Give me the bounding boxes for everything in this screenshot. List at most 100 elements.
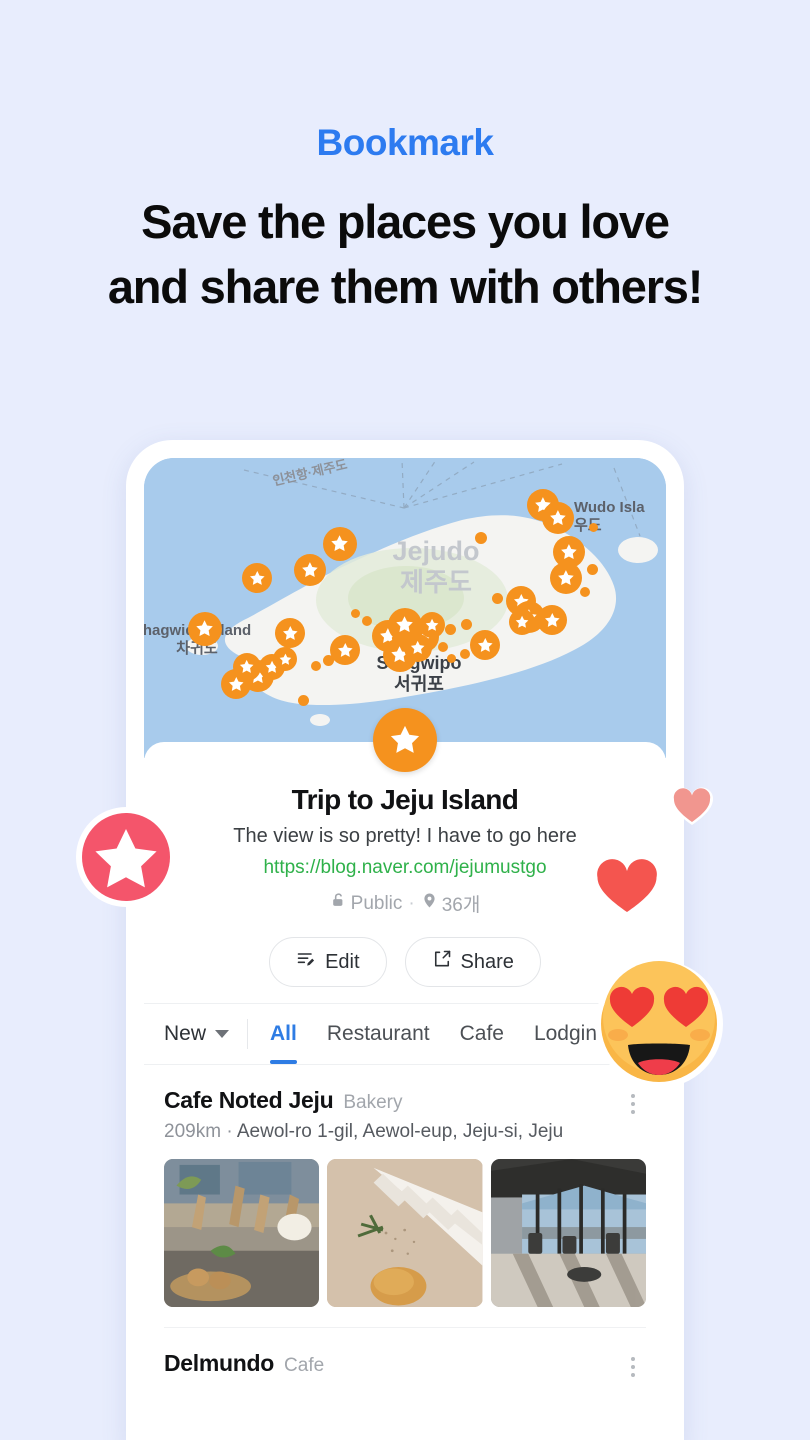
place-name: Cafe Noted Jeju: [164, 1087, 334, 1113]
kebab-menu-icon[interactable]: [620, 1354, 646, 1380]
sheet-actions: Edit Share: [164, 937, 646, 987]
place-count: 36개: [421, 890, 481, 917]
kebab-menu-icon[interactable]: [620, 1091, 646, 1117]
map-star-marker[interactable]: [542, 502, 574, 534]
map-star-marker[interactable]: [188, 612, 222, 646]
map-star-marker[interactable]: [550, 562, 582, 594]
map-dot-marker[interactable]: [491, 592, 503, 604]
map-star-marker[interactable]: [470, 630, 500, 660]
location-pin-icon: [421, 891, 438, 916]
promo-headline-line1: Save the places you love: [141, 195, 670, 248]
heart-large-glyph: [593, 856, 661, 916]
place-distance: 209km: [164, 1121, 222, 1142]
place-heading: Delmundo Cafe: [164, 1350, 646, 1377]
star-badge-glyph: [76, 807, 176, 907]
map-star-marker[interactable]: [242, 563, 272, 593]
sort-dropdown[interactable]: New: [164, 1004, 247, 1064]
star-glyph: [390, 725, 420, 753]
bookmark-link[interactable]: https://blog.naver.com/jejumustgo: [164, 857, 646, 879]
map-dot-marker[interactable]: [311, 661, 321, 671]
chevron-down-icon: [215, 1030, 230, 1038]
phone-screen: 인천항·제주도 Jejudo 제주도 Seogwipo 서귀포 Wudo Isl…: [144, 458, 666, 1440]
map-star-marker[interactable]: [233, 653, 261, 681]
list-item[interactable]: Delmundo Cafe: [164, 1328, 646, 1377]
visibility-label: Public: [350, 892, 403, 914]
map-star-marker[interactable]: [509, 609, 535, 635]
map-dot-marker[interactable]: [586, 563, 598, 575]
star-icon: [373, 708, 437, 772]
map-dot-marker[interactable]: [588, 522, 598, 532]
map-dot-marker[interactable]: [475, 532, 487, 544]
tab-restaurant[interactable]: Restaurant: [327, 1004, 430, 1064]
bookmark-description: The view is so pretty! I have to go here: [233, 825, 577, 847]
map-star-marker[interactable]: [323, 527, 357, 561]
place-name: Delmundo: [164, 1350, 275, 1376]
place-photo[interactable]: [490, 1159, 646, 1307]
map-star-marker[interactable]: [404, 634, 432, 662]
map-dot-marker[interactable]: [438, 642, 448, 652]
map-dot-marker[interactable]: [350, 608, 360, 618]
edit-button[interactable]: Edit: [269, 937, 387, 987]
bookmark-meta: Public · 36개: [164, 890, 646, 917]
map-dot-marker[interactable]: [460, 649, 470, 659]
bookmark-info-sheet: Trip to Jeju Island The view is so prett…: [144, 708, 666, 1003]
unlock-glyph: [332, 893, 343, 906]
tab-all[interactable]: All: [270, 1004, 297, 1064]
promo-header: Bookmark Save the places you love and sh…: [0, 0, 810, 320]
heart-large-sticker: [592, 854, 662, 920]
place-heading: Cafe Noted Jeju Bakery: [164, 1087, 646, 1114]
edit-list-glyph: [297, 953, 315, 966]
place-list: Cafe Noted Jeju Bakery 209km · Aewol-ro …: [144, 1065, 666, 1377]
cafe-interior-ducks-photo: [164, 1159, 320, 1307]
promo-headline: Save the places you love and share them …: [0, 190, 810, 320]
place-address-row: 209km · Aewol-ro 1-gil, Aewol-eup, Jeju-…: [164, 1121, 646, 1143]
share-button-label: Share: [460, 950, 514, 973]
map-dot-marker[interactable]: [580, 587, 590, 597]
meta-separator: ·: [408, 892, 415, 914]
edit-list-icon: [296, 949, 316, 975]
heart-eyes-emoji-sticker: [592, 957, 726, 1091]
map-dot-marker[interactable]: [297, 694, 309, 706]
sort-dropdown-label: New: [164, 1022, 207, 1045]
filter-tabbar: New All Restaurant Cafe Lodging: [144, 1003, 666, 1065]
map-star-marker[interactable]: [419, 612, 445, 638]
map-star-marker[interactable]: [273, 647, 297, 671]
category-tabs: All Restaurant Cafe Lodging: [248, 1004, 609, 1064]
heart-small-sticker: [669, 784, 715, 830]
map-dot-marker[interactable]: [444, 623, 456, 635]
location-pin-glyph: [424, 893, 435, 908]
place-photo[interactable]: [327, 1159, 483, 1307]
cafe-window-seating-photo: [490, 1159, 646, 1307]
tab-cafe[interactable]: Cafe: [460, 1004, 504, 1064]
phone-mockup: 인천항·제주도 Jejudo 제주도 Seogwipo 서귀포 Wudo Isl…: [126, 440, 684, 1440]
map-star-marker[interactable]: [294, 554, 326, 586]
place-address: Aewol-ro 1-gil, Aewol-eup, Jeju-si, Jeju: [236, 1121, 564, 1142]
heart-small-glyph: [670, 787, 714, 825]
star-badge-sticker: [74, 805, 178, 909]
map-dot-marker[interactable]: [322, 654, 334, 666]
edit-button-label: Edit: [325, 950, 360, 973]
promo-headline-line2: and share them with others!: [107, 259, 704, 313]
map-star-marker[interactable]: [537, 605, 567, 635]
page-title: Trip to Jeju Island: [291, 784, 519, 815]
list-item[interactable]: Cafe Noted Jeju Bakery 209km · Aewol-ro …: [164, 1065, 646, 1328]
place-category: Cafe: [284, 1355, 325, 1376]
map-star-marker[interactable]: [275, 618, 305, 648]
map-dot-marker[interactable]: [446, 653, 456, 663]
promo-eyebrow: Bookmark: [316, 122, 494, 163]
share-box-icon: [432, 949, 452, 975]
map-dot-marker[interactable]: [362, 616, 372, 626]
place-photo-row: [164, 1159, 646, 1307]
place-photo[interactable]: [164, 1159, 320, 1307]
visibility-status: Public: [330, 891, 403, 916]
place-address-separator: ·: [226, 1121, 233, 1142]
unlock-icon: [330, 891, 347, 916]
share-button[interactable]: Share: [404, 937, 541, 987]
place-category: Bakery: [343, 1092, 403, 1113]
bakery-pastry-photo: [327, 1159, 483, 1307]
map-dot-marker[interactable]: [460, 618, 472, 630]
map-star-marker[interactable]: [330, 635, 360, 665]
place-count-label: 36개: [441, 895, 481, 916]
heart-eyes-emoji-glyph: [595, 960, 723, 1088]
share-box-glyph: [434, 950, 450, 967]
